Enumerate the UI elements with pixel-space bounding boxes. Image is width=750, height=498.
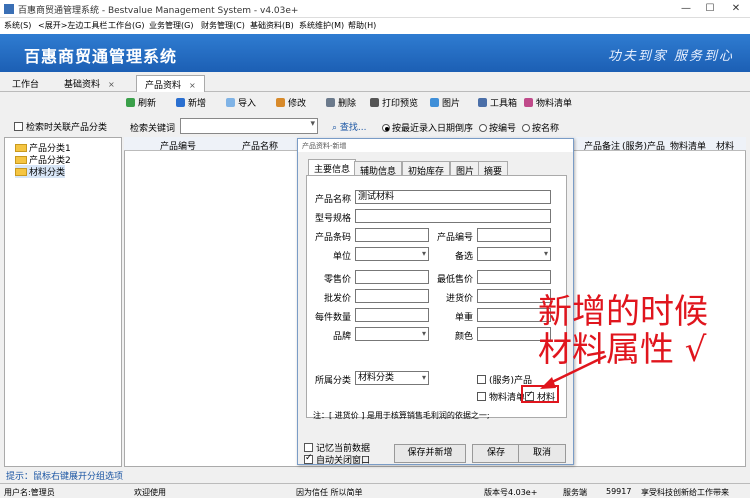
status-user: 用户名:管理员 [4, 488, 55, 497]
status-company: 享受科技创新给工作带来 [641, 488, 729, 497]
status-code: 59917 [606, 487, 632, 496]
annotation-arrow [540, 354, 607, 389]
status-version: 版本号4.03e+ [484, 488, 538, 497]
status-motto: 因为信任 所以简单 [296, 488, 363, 497]
status-bar: 用户名:管理员 欢迎使用 因为信任 所以简单 版本号4.03e+ 服务端 599… [0, 483, 750, 498]
status-mode: 服务端 [563, 488, 587, 497]
status-welcome: 欢迎使用 [134, 488, 166, 497]
